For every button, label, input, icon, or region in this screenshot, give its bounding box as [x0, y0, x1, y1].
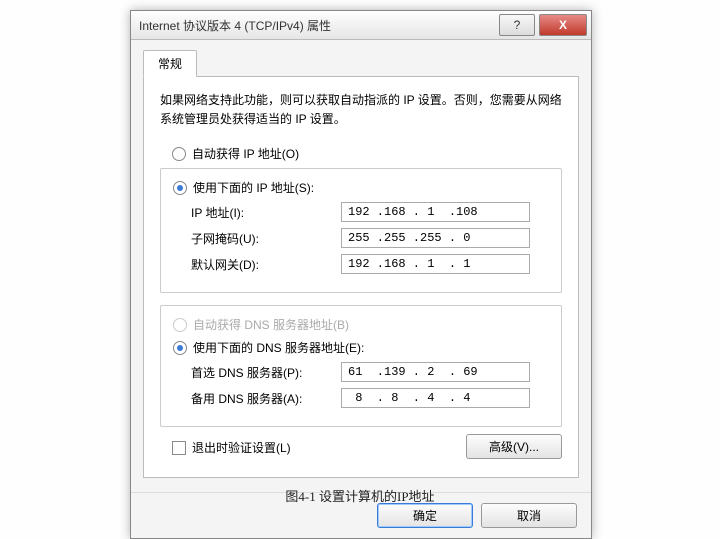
radio-ip-auto[interactable] [172, 147, 186, 161]
tab-strip: 常规 [143, 50, 579, 77]
ip-radio-auto-row: 自动获得 IP 地址(O) [160, 145, 562, 162]
window-title: Internet 协议版本 4 (TCP/IPv4) 属性 [139, 17, 499, 34]
gateway-field[interactable]: 192 .168 . 1 . 1 [341, 254, 530, 274]
figure-caption: 图4-1 设置计算机的IP地址 [0, 486, 720, 505]
subnet-mask-label: 子网掩码(U): [173, 230, 341, 247]
radio-dns-auto [173, 318, 187, 332]
tcpip-properties-dialog: Internet 协议版本 4 (TCP/IPv4) 属性 ? X 常规 如果网… [130, 10, 592, 539]
advanced-button[interactable]: 高级(V)... [466, 434, 562, 459]
close-icon: X [559, 18, 567, 32]
cancel-button[interactable]: 取消 [481, 503, 577, 528]
dialog-body: 常规 如果网络支持此功能，则可以获取自动指派的 IP 设置。否则，您需要从网络系… [131, 40, 591, 492]
radio-ip-manual[interactable] [173, 181, 187, 195]
radio-ip-auto-label: 自动获得 IP 地址(O) [192, 145, 299, 162]
dns-preferred-label: 首选 DNS 服务器(P): [173, 364, 341, 381]
subnet-mask-field[interactable]: 255 .255 .255 . 0 [341, 228, 530, 248]
radio-dns-manual[interactable] [173, 341, 187, 355]
dns-alternate-label: 备用 DNS 服务器(A): [173, 390, 341, 407]
ip-manual-group: 使用下面的 IP 地址(S): IP 地址(I): 192 .168 . 1 .… [160, 168, 562, 293]
advanced-button-label: 高级(V)... [489, 440, 539, 454]
help-button[interactable]: ? [499, 14, 535, 36]
ok-button-label: 确定 [413, 509, 437, 523]
validate-checkbox-label: 退出时验证设置(L) [192, 439, 291, 456]
ip-address-label: IP 地址(I): [173, 204, 341, 221]
tab-general-label: 常规 [158, 57, 182, 71]
tab-general[interactable]: 常规 [143, 50, 197, 77]
window-controls: ? X [499, 14, 591, 36]
cancel-button-label: 取消 [517, 509, 541, 523]
dns-group: 自动获得 DNS 服务器地址(B) 使用下面的 DNS 服务器地址(E): 首选… [160, 305, 562, 427]
description-text: 如果网络支持此功能，则可以获取自动指派的 IP 设置。否则，您需要从网络系统管理… [160, 91, 562, 129]
radio-ip-manual-label: 使用下面的 IP 地址(S): [193, 179, 314, 196]
titlebar: Internet 协议版本 4 (TCP/IPv4) 属性 ? X [131, 11, 591, 40]
tab-panel-general: 如果网络支持此功能，则可以获取自动指派的 IP 设置。否则，您需要从网络系统管理… [143, 76, 579, 478]
radio-dns-manual-label: 使用下面的 DNS 服务器地址(E): [193, 339, 364, 356]
radio-dns-auto-label: 自动获得 DNS 服务器地址(B) [193, 316, 349, 333]
gateway-label: 默认网关(D): [173, 256, 341, 273]
dns-alternate-field[interactable]: 8 . 8 . 4 . 4 [341, 388, 530, 408]
validate-checkbox[interactable] [172, 441, 186, 455]
dns-preferred-field[interactable]: 61 .139 . 2 . 69 [341, 362, 530, 382]
close-button[interactable]: X [539, 14, 587, 36]
ok-button[interactable]: 确定 [377, 503, 473, 528]
ip-address-field[interactable]: 192 .168 . 1 .108 [341, 202, 530, 222]
